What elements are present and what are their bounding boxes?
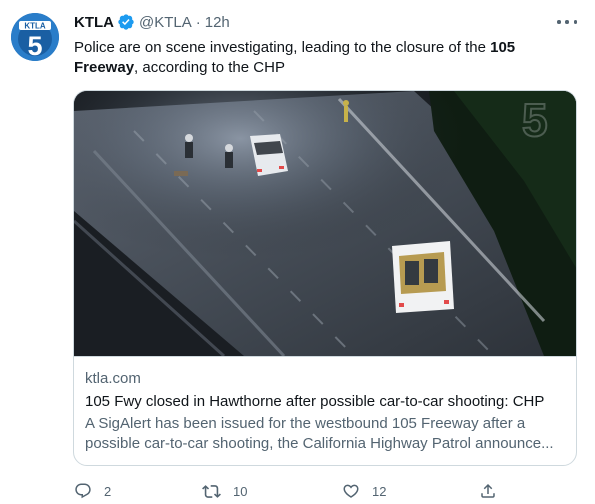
tweet-text-part2: , according to the CHP [134,59,285,76]
card-image[interactable]: 5 [74,91,576,356]
reply-button[interactable]: 2 [74,482,111,500]
tweet-header: KTLA @KTLA · 12h [74,12,230,32]
more-options-icon[interactable] [557,14,577,30]
reply-icon [75,483,91,499]
retweet-icon [202,485,221,498]
ktla-logo-number: 5 [27,31,42,61]
card-details[interactable]: ktla.com 105 Fwy closed in Hawthorne aft… [74,356,576,454]
ktla-logo-text: KTLA [24,22,46,31]
retweet-count: 10 [233,484,248,499]
share-icon [481,483,495,498]
ktla-logo-icon: KTLA 5 [11,13,59,61]
verified-badge-icon [117,13,135,31]
tweet-actions: 2 10 12 [74,482,554,502]
svg-text:5: 5 [522,94,548,146]
tweet-text-part1: Police are on scene investigating, leadi… [74,39,491,56]
share-button[interactable] [479,482,497,500]
card-domain: ktla.com [85,370,141,387]
timestamp[interactable]: 12h [205,14,230,31]
van-white [392,241,454,313]
avatar[interactable]: KTLA 5 [11,13,59,61]
freeway-scene-image: 5 [74,91,576,356]
tweet-text: Police are on scene investigating, leadi… [74,38,574,78]
heart-icon [343,484,359,498]
author-handle[interactable]: @KTLA [139,14,192,31]
separator-dot: · [195,13,201,31]
link-card[interactable]: 5 ktla.com 105 Fwy closed in Hawthorne a… [73,90,577,466]
card-title: 105 Fwy closed in Hawthorne after possib… [85,393,545,410]
tweet[interactable]: KTLA 5 KTLA @KTLA · 12h Police are on sc… [0,0,595,504]
author-name[interactable]: KTLA [74,14,114,31]
ktla-watermark: 5 [521,93,549,147]
reply-count: 2 [104,483,112,499]
like-count: 12 [372,483,387,499]
card-description: A SigAlert has been issued for the westb… [85,415,554,452]
retweet-button[interactable]: 10 [202,482,247,501]
like-button[interactable]: 12 [342,482,386,500]
